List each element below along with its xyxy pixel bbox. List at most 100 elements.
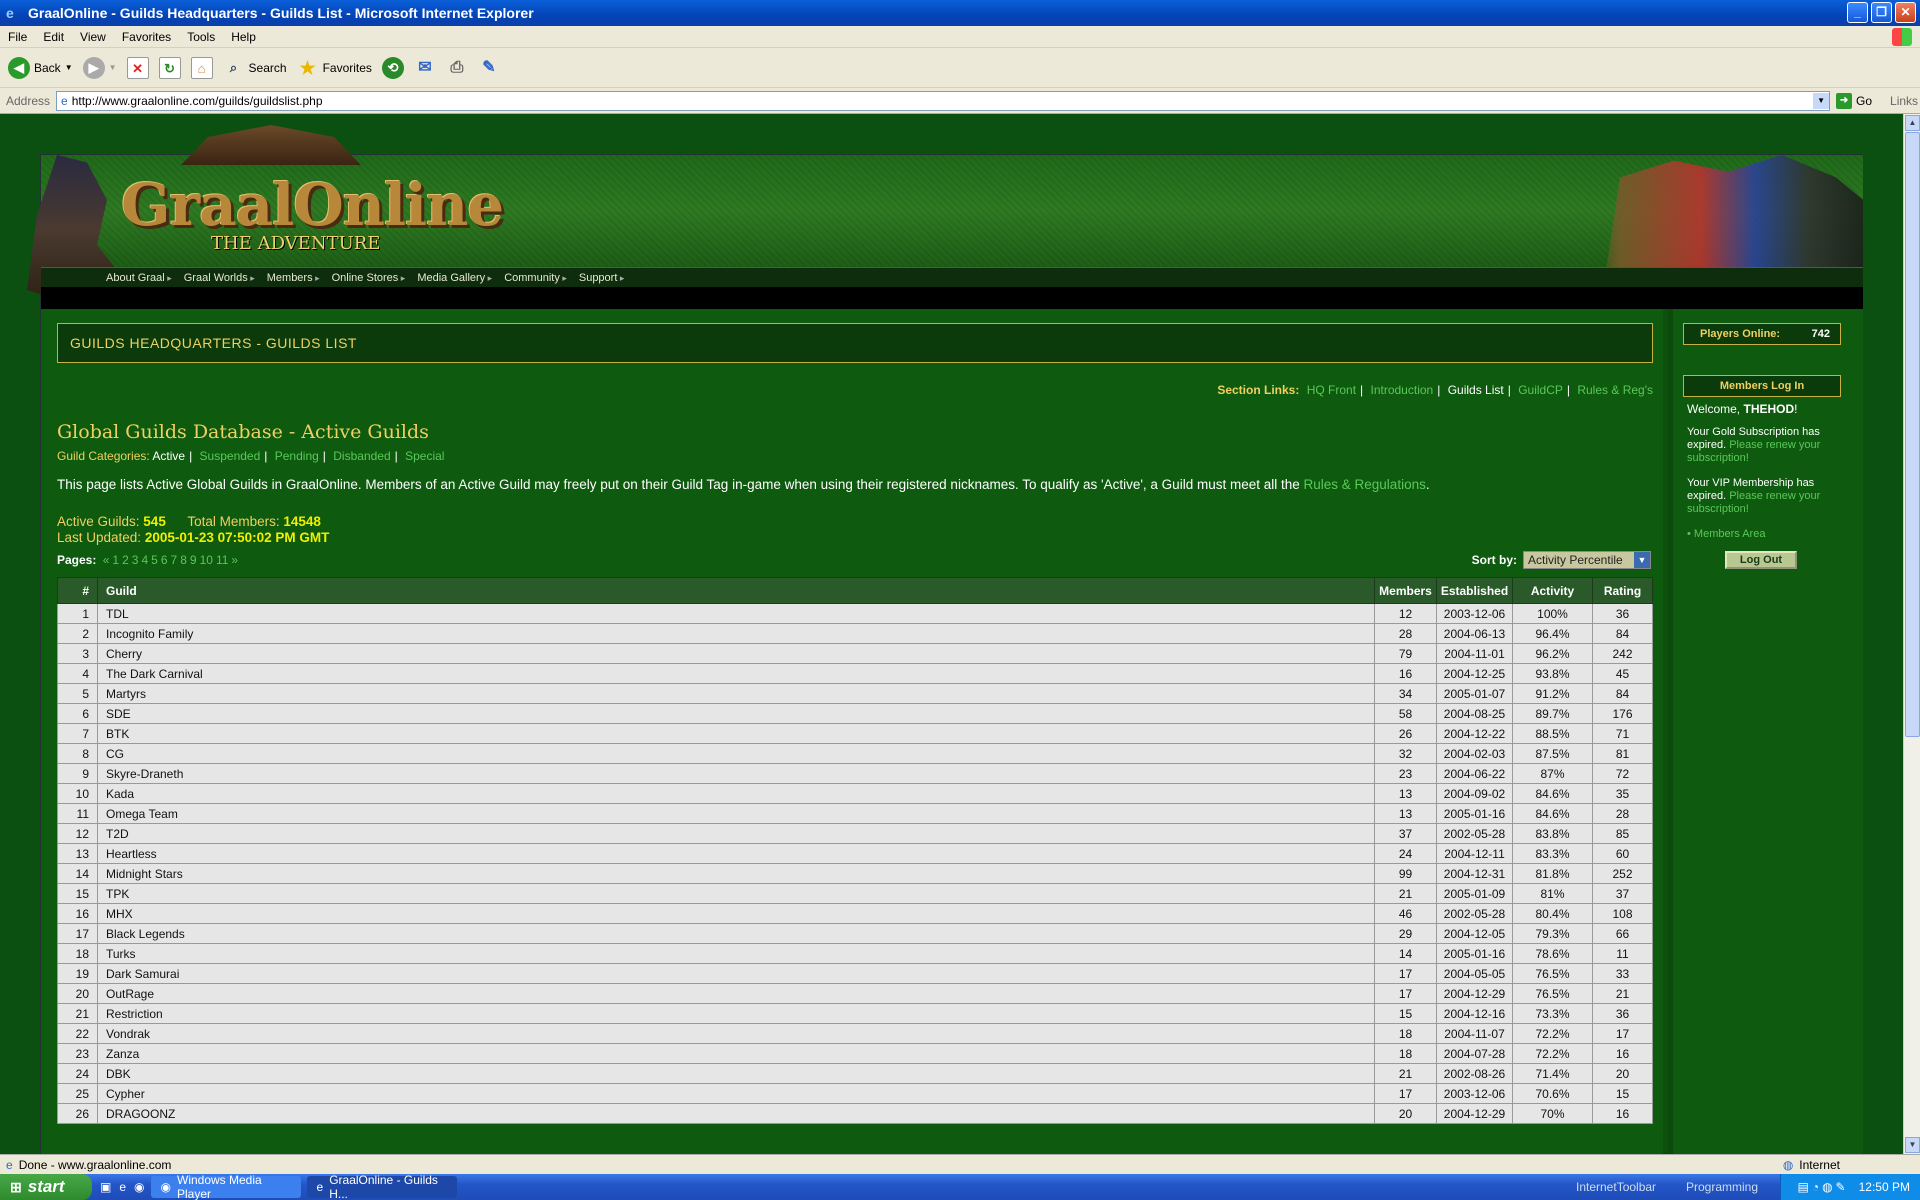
back-dropdown-icon[interactable]: ▼ (65, 63, 73, 72)
scroll-up-icon[interactable]: ▲ (1905, 115, 1920, 131)
col-rating[interactable]: Rating (1592, 577, 1653, 604)
col-rank[interactable]: # (57, 577, 98, 604)
scroll-down-icon[interactable]: ▼ (1905, 1137, 1920, 1153)
forward-button[interactable]: ▶ ▼ (82, 56, 117, 79)
cell-guild[interactable]: Kada (97, 783, 1375, 804)
cell-guild[interactable]: Dark Samurai (97, 963, 1375, 984)
category-pending[interactable]: Pending (275, 449, 319, 463)
col-guild[interactable]: Guild (97, 577, 1375, 604)
cell-guild[interactable]: Incognito Family (97, 623, 1375, 644)
site-logo[interactable]: GraalOnline (121, 171, 504, 239)
cell-guild[interactable]: MHX (97, 903, 1375, 924)
cell-guild[interactable]: SDE (97, 703, 1375, 724)
vertical-scrollbar[interactable]: ▲ ▼ (1903, 114, 1920, 1154)
menu-tools[interactable]: Tools (179, 30, 223, 44)
menu-favorites[interactable]: Favorites (114, 30, 179, 44)
rules-link[interactable]: Rules & Regulations (1304, 477, 1426, 492)
section-link-hq-front[interactable]: HQ Front (1307, 383, 1356, 397)
cell-guild[interactable]: OutRage (97, 983, 1375, 1004)
start-button[interactable]: ⊞ start (0, 1174, 92, 1200)
cell-guild[interactable]: Heartless (97, 843, 1375, 864)
task-graalonline[interactable]: e GraalOnline - Guilds H... (306, 1173, 457, 1200)
members-area-link[interactable]: Members Area (1694, 528, 1766, 540)
cell-guild[interactable]: Vondrak (97, 1023, 1375, 1044)
cell-guild[interactable]: T2D (97, 823, 1375, 844)
logout-button[interactable]: Log Out (1725, 551, 1797, 569)
toolbar-internettoolbar[interactable]: InternetToolbar (1576, 1180, 1656, 1194)
nav-members[interactable]: Members (267, 272, 320, 284)
page-link[interactable]: » (231, 553, 238, 567)
maximize-button[interactable]: ❐ (1871, 2, 1892, 23)
tray-icons[interactable]: ▤◔◍✎ (1798, 1180, 1849, 1194)
go-button[interactable]: ➜ Go (1836, 92, 1872, 109)
history-icon[interactable]: ⟲ (381, 56, 404, 79)
nav-online-stores[interactable]: Online Stores (332, 272, 406, 284)
cell-guild[interactable]: BTK (97, 723, 1375, 744)
cell-guild[interactable]: Omega Team (97, 803, 1375, 824)
cell-guild[interactable]: CG (97, 743, 1375, 764)
toolbar-programming[interactable]: Programming (1686, 1180, 1758, 1194)
section-link-guilds-list[interactable]: Guilds List (1448, 383, 1504, 397)
menu-help[interactable]: Help (223, 30, 264, 44)
links-button[interactable]: Links (1890, 94, 1918, 108)
mail-icon[interactable]: ✉ (414, 57, 436, 79)
nav-about-graal[interactable]: About Graal (106, 272, 172, 284)
section-link-rules[interactable]: Rules & Reg's (1577, 383, 1653, 397)
nav-community[interactable]: Community (504, 272, 567, 284)
home-icon[interactable]: ⌂ (190, 56, 213, 79)
stop-icon[interactable]: ✕ (126, 56, 149, 79)
page-link[interactable]: 6 (161, 553, 168, 567)
cell-guild[interactable]: TPK (97, 883, 1375, 904)
close-button[interactable]: ✕ (1895, 2, 1916, 23)
cell-guild[interactable]: Zanza (97, 1043, 1375, 1064)
col-activity[interactable]: Activity (1512, 577, 1593, 604)
page-link[interactable]: 7 (171, 553, 178, 567)
refresh-icon[interactable]: ↻ (158, 56, 181, 79)
quicklaunch-mediaplayer-icon[interactable]: ◉ (134, 1180, 144, 1194)
cell-guild[interactable]: DBK (97, 1063, 1375, 1084)
scroll-thumb[interactable] (1905, 132, 1920, 737)
cell-guild[interactable]: Skyre-Draneth (97, 763, 1375, 784)
cell-guild[interactable]: DRAGOONZ (97, 1103, 1375, 1124)
address-dropdown-icon[interactable]: ▼ (1813, 92, 1830, 109)
page-link[interactable]: « (103, 553, 110, 567)
col-established[interactable]: Established (1436, 577, 1513, 604)
cell-guild[interactable]: Cherry (97, 643, 1375, 664)
page-link[interactable]: 2 (122, 553, 129, 567)
page-link[interactable]: 9 (190, 553, 197, 567)
nav-graal-worlds[interactable]: Graal Worlds (184, 272, 255, 284)
cell-guild[interactable]: Midnight Stars (97, 863, 1375, 884)
forward-dropdown-icon[interactable]: ▼ (109, 63, 117, 72)
quicklaunch-desktop-icon[interactable]: ▣ (100, 1180, 111, 1194)
print-icon[interactable]: ⎙ (446, 57, 468, 79)
col-members[interactable]: Members (1374, 577, 1437, 604)
page-link[interactable]: 4 (141, 553, 148, 567)
favorites-button[interactable]: ★ Favorites (297, 57, 371, 79)
page-link[interactable]: 1 (112, 553, 119, 567)
page-link[interactable]: 3 (132, 553, 139, 567)
page-link[interactable]: 10 (200, 553, 213, 567)
category-special[interactable]: Special (405, 449, 444, 463)
page-link[interactable]: 8 (180, 553, 187, 567)
cell-guild[interactable]: TDL (97, 603, 1375, 624)
nav-media-gallery[interactable]: Media Gallery (417, 272, 492, 284)
page-link[interactable]: 5 (151, 553, 158, 567)
search-button[interactable]: ⌕ Search (223, 57, 287, 79)
category-suspended[interactable]: Suspended (200, 449, 261, 463)
menu-file[interactable]: File (0, 30, 35, 44)
minimize-button[interactable]: _ (1847, 2, 1868, 23)
section-link-guildcp[interactable]: GuildCP (1518, 383, 1563, 397)
category-disbanded[interactable]: Disbanded (333, 449, 390, 463)
section-link-introduction[interactable]: Introduction (1371, 383, 1434, 397)
menu-view[interactable]: View (72, 30, 114, 44)
quicklaunch-ie-icon[interactable]: e (119, 1180, 126, 1194)
address-input[interactable]: e http://www.graalonline.com/guilds/guil… (56, 90, 1831, 111)
category-active[interactable]: Active (152, 449, 185, 463)
menu-edit[interactable]: Edit (35, 30, 72, 44)
edit-icon[interactable]: ✎ (478, 57, 500, 79)
sort-select[interactable]: Activity Percentile ▼ (1523, 551, 1651, 569)
cell-guild[interactable]: Turks (97, 943, 1375, 964)
cell-guild[interactable]: Cypher (97, 1083, 1375, 1104)
cell-guild[interactable]: Martyrs (97, 683, 1375, 704)
cell-guild[interactable]: Restriction (97, 1003, 1375, 1024)
